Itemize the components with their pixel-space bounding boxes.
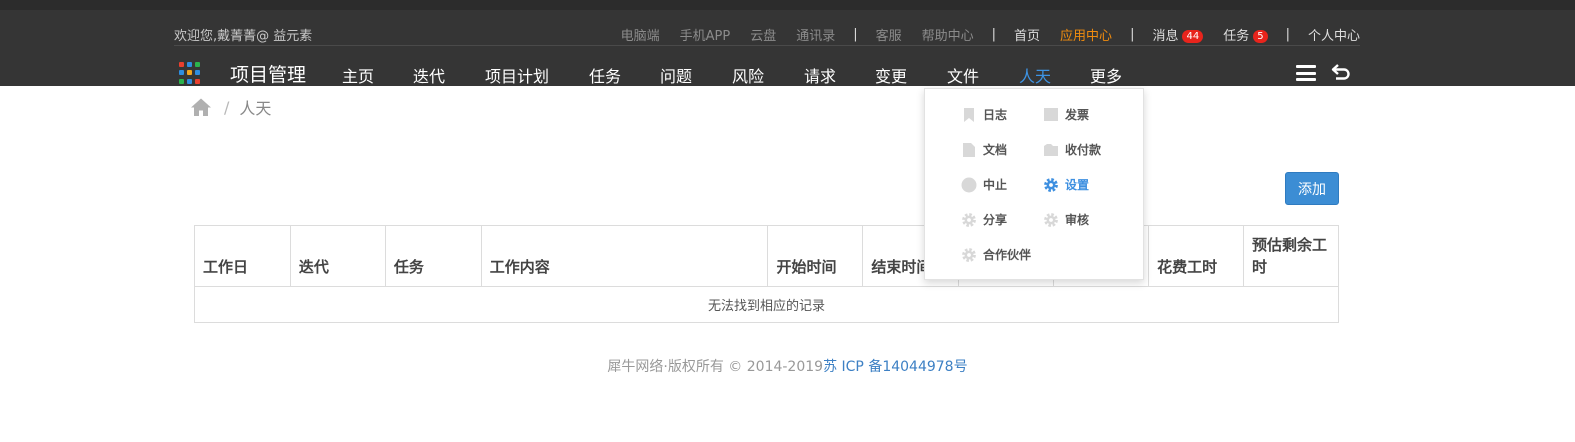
menu-item-partners[interactable]: 合作伙伴 (961, 246, 1031, 263)
nav-more[interactable]: 更多 (1090, 63, 1122, 87)
menu-item-label: 发票 (1065, 108, 1090, 122)
link-help-center[interactable]: 帮助中心 (922, 25, 974, 44)
utility-bar: 欢迎您,戴菁菁@ 益元素 电脑端 手机APP 云盘 通讯录 | 客服 帮助中心 … (174, 20, 1360, 46)
col-iteration[interactable]: 迭代 (289, 225, 386, 287)
col-remaining-hours[interactable]: 预估剩余工时 (1243, 225, 1339, 287)
separator: | (991, 27, 997, 42)
link-home[interactable]: 首页 (1014, 25, 1040, 44)
breadcrumb: / 人天 (190, 96, 271, 118)
menu-item-settings[interactable]: 设置 (1043, 176, 1089, 193)
link-tasks-label: 任务 (1223, 29, 1250, 44)
partner-gear-icon (962, 247, 976, 262)
separator: | (1285, 27, 1290, 42)
link-customer-service[interactable]: 客服 (876, 25, 902, 44)
menu-item-label: 收付款 (1065, 143, 1102, 157)
menu-item-terminate[interactable]: 中止 (961, 176, 1007, 193)
link-app-center[interactable]: 应用中心 (1060, 25, 1112, 44)
more-dropdown-menu: 日志 发票 文档 收付款 中止 设置 分享 审核 合作伙伴 (924, 88, 1144, 280)
nav-project-plan[interactable]: 项目计划 (485, 63, 549, 87)
document-icon (963, 142, 975, 157)
table-header-row: 工作日 迭代 任务 工作内容 开始时间 结束时间 花费工时 预估剩余工时 (194, 225, 1339, 287)
breadcrumb-current: 人天 (239, 99, 272, 118)
tasks-count-badge: 5 (1253, 30, 1268, 43)
menu-item-log[interactable]: 日志 (961, 106, 1007, 123)
gear-icon (1044, 177, 1058, 192)
bookmark-icon (964, 107, 974, 122)
menu-item-label: 合作伙伴 (983, 248, 1032, 262)
footer: 犀牛网络·版权所有 © 2014-2019苏 ICP 备14044978号 (0, 356, 1575, 376)
back-arrow-icon[interactable] (1330, 62, 1352, 82)
messages-count-badge: 44 (1182, 30, 1204, 43)
empty-message: 无法找到相应的记录 (194, 286, 1339, 323)
nav-files[interactable]: 文件 (947, 63, 979, 87)
nav-request[interactable]: 请求 (804, 63, 836, 87)
nav-change[interactable]: 变更 (875, 63, 907, 87)
stop-circle-icon (961, 177, 977, 192)
home-icon[interactable] (190, 97, 212, 117)
review-gear-icon (1044, 212, 1058, 227)
add-button[interactable]: 添加 (1285, 172, 1339, 205)
top-header: 欢迎您,戴菁菁@ 益元素 电脑端 手机APP 云盘 通讯录 | 客服 帮助中心 … (0, 0, 1575, 86)
apps-grid-icon[interactable] (179, 62, 201, 84)
nav-risk[interactable]: 风险 (732, 63, 764, 87)
col-workday[interactable]: 工作日 (194, 225, 291, 287)
separator: | (853, 27, 858, 42)
link-desktop[interactable]: 电脑端 (621, 25, 660, 44)
nav-man-days[interactable]: 人天 (1019, 63, 1051, 87)
menu-item-review[interactable]: 审核 (1043, 211, 1089, 228)
menu-item-share[interactable]: 分享 (961, 211, 1007, 228)
hamburger-menu-icon[interactable] (1296, 65, 1316, 81)
col-task[interactable]: 任务 (384, 225, 482, 287)
footer-copyright: 犀牛网络·版权所有 © 2014-2019 (607, 359, 824, 375)
menu-item-payments[interactable]: 收付款 (1043, 141, 1101, 158)
nav-issue[interactable]: 问题 (660, 63, 692, 87)
invoice-icon (1044, 107, 1058, 121)
link-contacts[interactable]: 通讯录 (796, 25, 835, 44)
link-personal-center[interactable]: 个人中心 (1308, 25, 1360, 44)
footer-icp-link[interactable]: 苏 ICP 备14044978号 (823, 359, 968, 375)
brand-title[interactable]: 项目管理 (230, 60, 306, 87)
menu-item-document[interactable]: 文档 (961, 141, 1007, 158)
menu-item-label: 日志 (983, 108, 1008, 122)
man-days-table: 工作日 迭代 任务 工作内容 开始时间 结束时间 花费工时 预估剩余工时 无法找… (194, 225, 1339, 323)
menu-item-label: 中止 (983, 178, 1008, 192)
link-tasks[interactable]: 任务 5 (1223, 25, 1268, 44)
utility-links: 电脑端 手机APP 云盘 通讯录 | 客服 帮助中心 | 首页 应用中心 | 消… (621, 25, 1360, 44)
breadcrumb-separator: / (224, 97, 230, 117)
col-hours-spent[interactable]: 花费工时 (1148, 225, 1245, 287)
col-start-time[interactable]: 开始时间 (767, 225, 864, 287)
menu-item-label: 分享 (983, 213, 1008, 227)
welcome-text: 欢迎您,戴菁菁@ 益元素 (174, 29, 313, 44)
link-messages[interactable]: 消息 44 (1152, 25, 1204, 44)
menu-item-label: 审核 (1065, 213, 1090, 227)
menu-item-label: 设置 (1065, 178, 1090, 192)
nav-home[interactable]: 主页 (342, 63, 374, 87)
link-messages-label: 消息 (1152, 29, 1179, 44)
nav-task[interactable]: 任务 (589, 63, 621, 87)
table-row: 无法找到相应的记录 (194, 286, 1339, 323)
share-gear-icon (962, 212, 976, 227)
col-work-content[interactable]: 工作内容 (480, 225, 769, 287)
folder-icon (1044, 143, 1058, 156)
main-nav: 项目管理 主页 迭代 项目计划 任务 问题 风险 请求 变更 文件 人天 更多 (174, 48, 1360, 96)
menu-item-label: 文档 (983, 143, 1008, 157)
link-cloud-drive[interactable]: 云盘 (750, 25, 776, 44)
link-mobile-app[interactable]: 手机APP (680, 25, 731, 44)
separator: | (1130, 27, 1135, 42)
nav-iteration[interactable]: 迭代 (413, 63, 445, 87)
menu-item-invoice[interactable]: 发票 (1043, 106, 1089, 123)
